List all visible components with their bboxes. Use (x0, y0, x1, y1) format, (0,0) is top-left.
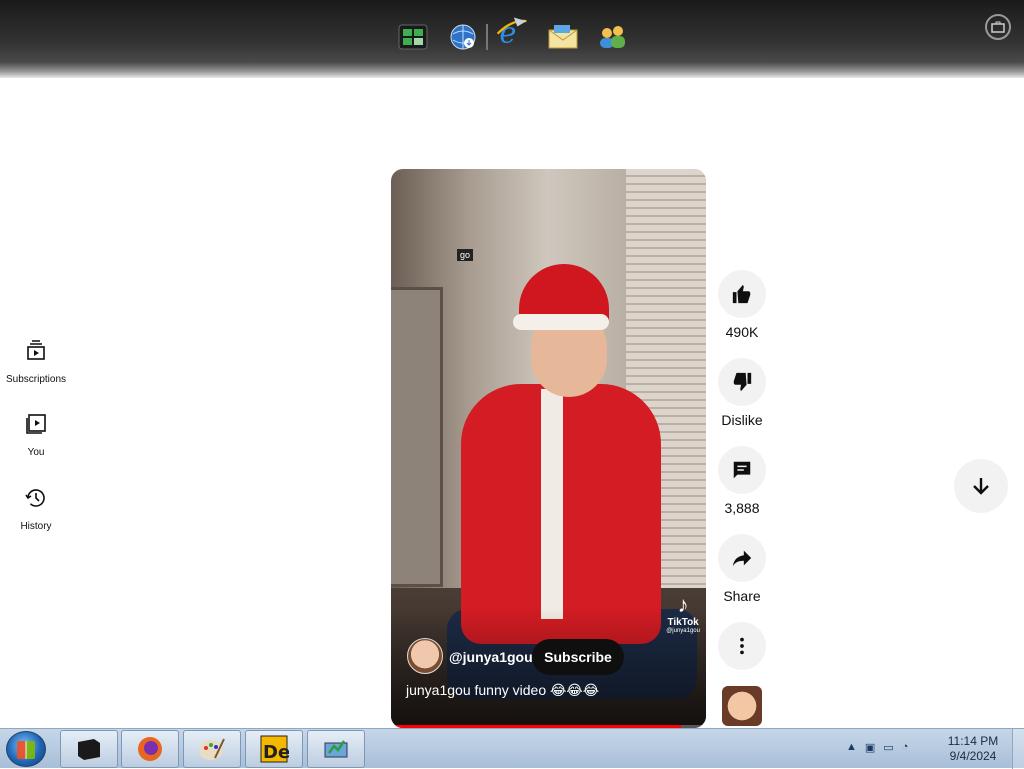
video-caption: junya1gou funny video 😂😂😂 (406, 682, 600, 698)
video-frame-door (391, 287, 443, 587)
show-desktop-button[interactable] (1012, 729, 1024, 769)
svg-text:De: De (263, 742, 289, 763)
monitor-app-icon[interactable] (307, 730, 365, 768)
arrow-down-icon (973, 478, 989, 495)
users-icon[interactable] (594, 20, 630, 54)
comment-count: 3,888 (724, 500, 760, 516)
taskbar: De ▲ ▣ ▭ ◔ 11:14 PM 9/4/2024 (0, 728, 1024, 769)
more-action (717, 622, 767, 670)
clock-date: 9/4/2024 (949, 749, 997, 763)
briefcase-icon[interactable] (985, 14, 1011, 40)
video-overlay-tag: go (457, 249, 474, 261)
thumbs-up-icon (732, 284, 751, 304)
comment-icon (733, 461, 751, 479)
video-frame-suit-trim (541, 389, 563, 619)
tiktok-logo-icon: ♪ (677, 592, 689, 617)
sidebar-item-label: Subscriptions (5, 374, 67, 385)
internet-explorer-icon[interactable]: e (494, 14, 530, 50)
display-tray-icon[interactable]: ▭ (883, 741, 893, 754)
top-dock: e (0, 0, 1024, 78)
dislike-action: Dislike (717, 358, 767, 428)
comments-button[interactable] (718, 446, 766, 494)
channel-avatar[interactable] (407, 638, 443, 674)
shorts-video-player[interactable]: go ♪ TikTok @junya1gou @junya1gou Subscr… (391, 169, 706, 728)
share-label: Share (723, 588, 761, 604)
terminal-app-icon[interactable] (60, 730, 118, 768)
show-hidden-icons-icon[interactable]: ▲ (846, 741, 857, 754)
dislike-button[interactable] (718, 358, 766, 406)
dislike-label: Dislike (721, 412, 763, 428)
history-icon (25, 489, 45, 507)
like-button[interactable] (718, 270, 766, 318)
ie-tray-icon[interactable]: ◔ (902, 741, 909, 754)
share-action: Share (717, 534, 767, 604)
dock-separator (486, 24, 488, 50)
share-icon (732, 550, 752, 567)
thumbs-down-icon (733, 372, 752, 392)
sound-thumbnail[interactable] (722, 686, 762, 726)
next-video-button[interactable] (954, 459, 1008, 513)
tiktok-watermark: ♪ TikTok @junya1gou (666, 592, 700, 635)
sidebar-item-label: History (20, 521, 52, 532)
network-globe-icon[interactable] (445, 20, 481, 54)
like-count: 490K (725, 324, 759, 340)
video-frame-hat-brim (513, 314, 609, 330)
sidebar-item-subscriptions[interactable]: Subscriptions (0, 339, 72, 385)
you-library-icon (26, 414, 46, 434)
de-app-icon[interactable]: De (245, 730, 303, 768)
mail-icon[interactable] (545, 20, 581, 54)
media-center-icon[interactable] (395, 20, 431, 54)
paint-app-icon[interactable] (183, 730, 241, 768)
windows-logo-icon (17, 741, 35, 759)
channel-name[interactable]: @junya1gou (449, 649, 533, 665)
sidebar-item-you[interactable]: You (0, 412, 72, 458)
clock-time: 11:14 PM (947, 734, 999, 748)
sidebar-item-label: You (27, 447, 45, 458)
like-action: 490K (717, 270, 767, 340)
start-button[interactable] (6, 731, 46, 767)
taskbar-clock[interactable]: 11:14 PM 9/4/2024 (938, 734, 1008, 764)
comments-action: 3,888 (717, 446, 767, 516)
share-button[interactable] (718, 534, 766, 582)
sidebar-item-history[interactable]: History (0, 486, 72, 532)
more-vertical-icon (740, 637, 744, 655)
subscriptions-icon (27, 340, 45, 360)
system-tray: ▲ ▣ ▭ ◔ (846, 741, 908, 754)
subscribe-button[interactable]: Subscribe (532, 639, 624, 675)
firefox-app-icon[interactable] (121, 730, 179, 768)
more-options-button[interactable] (718, 622, 766, 670)
svg-text:e: e (499, 16, 516, 50)
network-tray-icon[interactable]: ▣ (865, 741, 875, 754)
